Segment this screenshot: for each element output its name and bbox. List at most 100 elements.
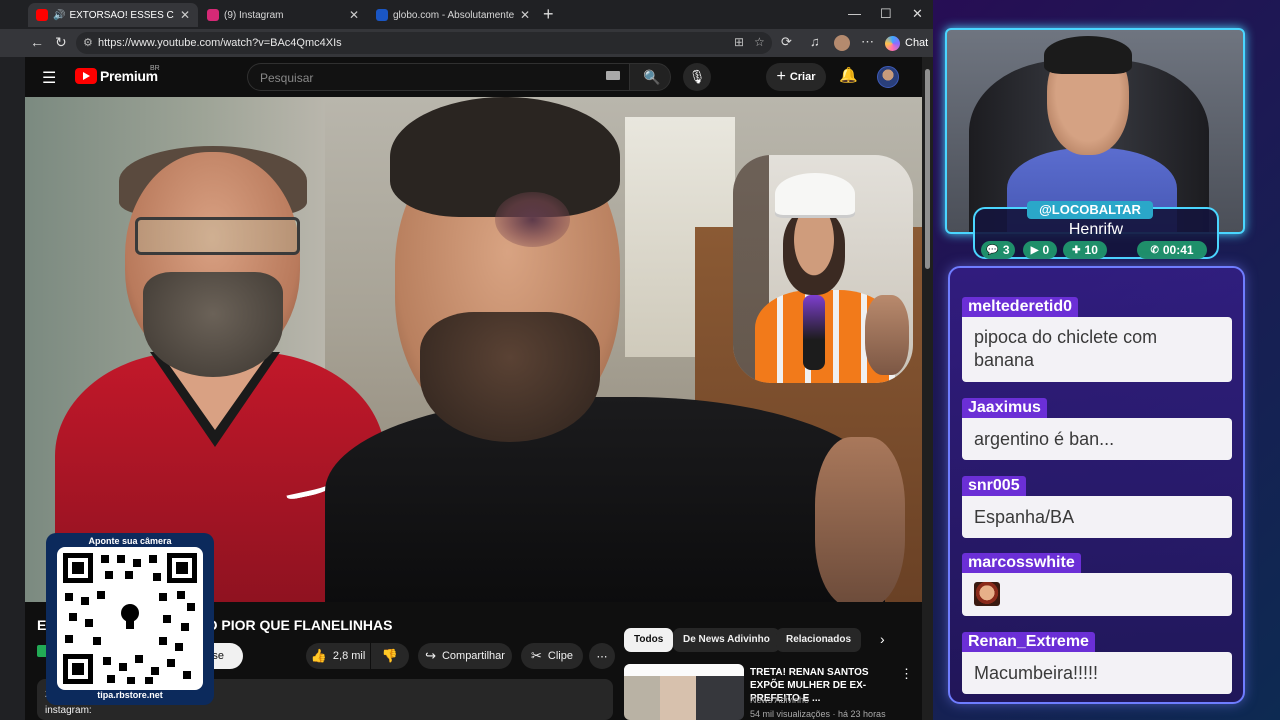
- recommended-channel[interactable]: News Adivinho: [750, 695, 809, 705]
- stat-chat: 💬 3: [981, 241, 1015, 259]
- emote-icon: [974, 582, 1000, 607]
- stat-video: ▶ 0: [1023, 241, 1057, 259]
- youtube-favicon-icon: [36, 9, 48, 21]
- more-menu-icon[interactable]: ⋯: [861, 34, 874, 50]
- search-input[interactable]: [260, 69, 590, 86]
- share-icon: ↪: [425, 648, 436, 663]
- video-player[interactable]: [25, 97, 922, 602]
- globo-favicon-icon: [376, 9, 388, 21]
- description-text: instagram:: [45, 705, 92, 716]
- tab-label: (9) Instagram: [224, 9, 284, 21]
- address-bar: ← ↻ ⚙ https://www.youtube.com/watch?v=BA…: [0, 29, 933, 57]
- instagram-favicon-icon: [207, 9, 219, 21]
- chat-username: meltederetid0: [962, 297, 1079, 317]
- more-actions-button[interactable]: ⋯: [589, 643, 615, 669]
- qr-code-overlay: Aponte sua câmera tipa.rbstore.net: [46, 533, 214, 705]
- collections-icon[interactable]: ♫: [810, 34, 820, 49]
- thumbs-down-icon: 👎: [381, 648, 399, 663]
- chat-message: [962, 573, 1232, 616]
- copilot-icon: [885, 35, 900, 51]
- close-tab-icon[interactable]: ✕: [520, 8, 530, 22]
- qr-code-image: [57, 547, 203, 690]
- chat-username: Jaaximus: [962, 398, 1047, 418]
- search-button[interactable]: 🔍: [629, 63, 671, 91]
- dislike-button[interactable]: 👎: [371, 643, 409, 669]
- close-window-icon[interactable]: ✕: [912, 6, 923, 22]
- site-info-icon[interactable]: ⚙: [83, 36, 93, 49]
- stat-timer: ✆ 00:41: [1137, 241, 1207, 259]
- tab-instagram[interactable]: (9) Instagram ✕: [199, 3, 367, 27]
- chip-todos[interactable]: Todos: [624, 628, 674, 652]
- chat-message: Macumbeira!!!!!: [962, 652, 1232, 694]
- clip-label: Clipe: [547, 650, 573, 662]
- tab-globo[interactable]: globo.com - Absolutamente tudo ✕: [368, 3, 538, 27]
- youtube-play-icon: [75, 68, 97, 84]
- url-field[interactable]: ⚙ https://www.youtube.com/watch?v=BAc4Qm…: [76, 32, 772, 54]
- chip-relacionados[interactable]: Relacionados: [776, 628, 862, 652]
- reload-icon[interactable]: ↻: [55, 34, 67, 51]
- notifications-bell-icon[interactable]: 🔔: [839, 66, 858, 84]
- chat-icon: 💬: [986, 244, 999, 256]
- microphone-icon: 🎙: [688, 69, 706, 84]
- speaker-icon: 🔊: [53, 9, 66, 21]
- youtube-header: ☰ Premium BR 🔍 🎙 + Criar 🔔: [25, 57, 922, 97]
- search-box: [247, 63, 629, 91]
- chat-username: snr005: [962, 476, 1026, 496]
- share-button[interactable]: ↪ Compartilhar: [418, 643, 512, 669]
- qr-caption-top: Aponte sua câmera: [88, 536, 172, 546]
- chat-username: marcosswhite: [962, 553, 1081, 573]
- keyboard-icon[interactable]: [606, 71, 620, 80]
- thumbnail-headline: [624, 664, 744, 676]
- tab-label: EXTORSÃO! ESSES CARAS TÃO: [69, 9, 174, 21]
- recommended-meta: 54 mil visualizações · há 23 horas: [750, 709, 886, 719]
- hardhat-icon: [775, 173, 855, 215]
- more-vert-icon[interactable]: ⋮: [900, 666, 913, 682]
- url-text: https://www.youtube.com/watch?v=BAc4Qmc4…: [98, 37, 342, 49]
- maximize-icon[interactable]: ☐: [880, 6, 892, 22]
- streamer-name: Henrifw: [1068, 221, 1124, 238]
- tab-youtube[interactable]: 🔊 EXTORSÃO! ESSES CARAS TÃO ✕: [28, 3, 198, 27]
- clip-button[interactable]: ✂ Clipe: [521, 643, 583, 669]
- chat-message: pipoca do chiclete com banana: [962, 317, 1232, 382]
- close-tab-icon[interactable]: ✕: [180, 8, 190, 22]
- scissors-icon: ✂: [531, 648, 542, 663]
- scrollbar-thumb[interactable]: [925, 69, 930, 269]
- search-icon: 🔍: [643, 69, 661, 85]
- favorite-star-icon[interactable]: ☆: [754, 35, 765, 49]
- copilot-chat-button[interactable]: Chat: [885, 33, 928, 53]
- whatsapp-icon: ✆: [1150, 244, 1159, 256]
- create-label: Criar: [789, 71, 816, 83]
- minimize-icon[interactable]: —: [848, 6, 861, 21]
- profile-avatar[interactable]: [834, 35, 850, 51]
- more-dots-icon: ⋯: [596, 650, 608, 663]
- microphone-stand: [803, 295, 825, 370]
- reactor-camera-overlay: [733, 155, 913, 383]
- share-label: Compartilhar: [441, 650, 505, 662]
- plus-icon: +: [776, 68, 786, 85]
- thumbs-up-icon: 👍: [310, 648, 327, 663]
- menu-icon[interactable]: ☰: [42, 68, 56, 88]
- create-button[interactable]: + Criar: [766, 63, 826, 91]
- app-available-icon[interactable]: ⊞: [734, 35, 744, 49]
- youtube-logo[interactable]: Premium: [75, 68, 158, 84]
- account-avatar[interactable]: [877, 66, 899, 88]
- like-count: 2,8 mil: [332, 650, 366, 662]
- back-icon[interactable]: ←: [30, 34, 44, 50]
- close-tab-icon[interactable]: ✕: [349, 8, 359, 22]
- voice-search-button[interactable]: 🎙: [683, 63, 711, 91]
- recommended-thumbnail[interactable]: [624, 664, 744, 720]
- new-tab-icon[interactable]: +: [543, 4, 554, 25]
- tab-strip: 🔊 EXTORSÃO! ESSES CARAS TÃO ✕ (9) Instag…: [0, 0, 933, 29]
- tab-label: globo.com - Absolutamente tudo: [393, 9, 514, 21]
- chip-de-news-adivinho[interactable]: De News Adivinho: [673, 628, 780, 652]
- like-button[interactable]: 👍 2,8 mil: [306, 643, 370, 669]
- chat-username: Renan_Extreme: [962, 632, 1095, 652]
- country-code: BR: [150, 65, 160, 72]
- chat-label: Chat: [905, 37, 929, 49]
- page-scrollbar[interactable]: [922, 57, 933, 720]
- chevron-right-icon[interactable]: ›: [880, 631, 885, 647]
- video-icon: ▶: [1030, 244, 1039, 256]
- qr-caption-bottom: tipa.rbstore.net: [97, 690, 163, 700]
- extensions-icon[interactable]: ⟳: [781, 34, 792, 50]
- streamer-handle: @LOCOBALTAR: [1027, 201, 1153, 219]
